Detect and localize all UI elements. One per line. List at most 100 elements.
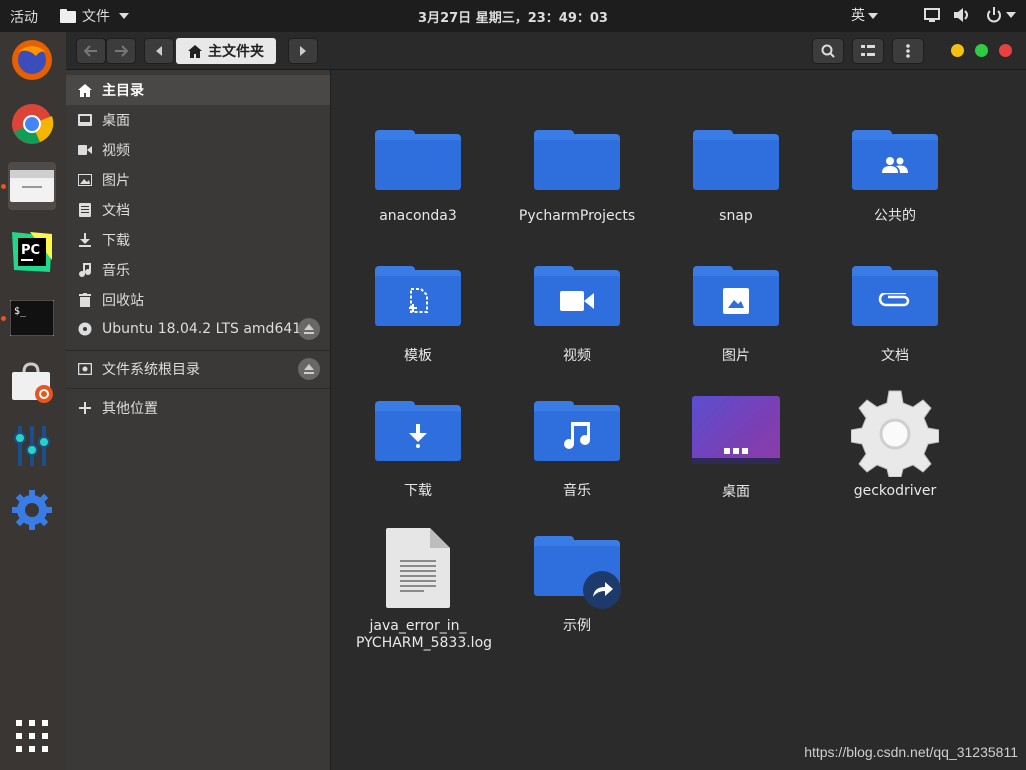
file-item[interactable]: java_error_in_ PYCHARM_5833.log [348, 528, 493, 652]
screen-icon[interactable] [924, 8, 940, 22]
sidebar-item-label: 桌面 [102, 113, 130, 129]
sidebar-divider [66, 388, 330, 389]
home-icon [188, 44, 202, 58]
show-applications-icon[interactable] [8, 712, 56, 760]
sidebar-item-pictures[interactable]: 图片 [66, 165, 330, 195]
folder-videos-icon [534, 266, 620, 326]
sidebar-item-label: 音乐 [102, 263, 130, 279]
maximize-button[interactable] [975, 44, 988, 57]
volume-icon[interactable] [954, 8, 972, 22]
search-button[interactable] [812, 38, 844, 64]
settings-icon[interactable] [8, 486, 56, 534]
download-icon [76, 233, 94, 247]
folder-item[interactable]: 下载 [348, 401, 488, 500]
folder-icon [693, 130, 779, 190]
forward-button[interactable] [106, 38, 136, 64]
path-scroll-left-button[interactable] [144, 38, 174, 64]
svg-text:PC: PC [21, 243, 40, 258]
sidebar-item-desktop[interactable]: 桌面 [66, 105, 330, 135]
view-toggle-button[interactable] [852, 38, 884, 64]
sidebar-item-label: 主目录 [102, 83, 144, 99]
folder-downloads-icon [375, 401, 461, 461]
file-label: PycharmProjects [518, 208, 636, 224]
sidebar-item-label: 图片 [102, 173, 130, 189]
folder-link-icon [534, 536, 621, 609]
folder-item[interactable]: 文档 [825, 266, 965, 365]
template-icon [409, 288, 428, 313]
eject-button[interactable] [298, 358, 320, 380]
folder-item[interactable]: 模板 [348, 266, 488, 365]
folder-item[interactable]: 视频 [507, 266, 647, 365]
more-vertical-icon [906, 44, 910, 58]
running-indicator [1, 184, 6, 189]
path-scroll-right-button[interactable] [288, 38, 318, 64]
pycharm-icon[interactable]: PC [8, 228, 56, 276]
svg-text:$_: $_ [14, 306, 27, 317]
folder-item[interactable]: 公共的 [825, 130, 965, 225]
terminal-icon[interactable]: $_ [8, 294, 56, 342]
input-method-indicator[interactable]: 英 [851, 5, 878, 25]
eject-icon [304, 364, 314, 374]
folder-item[interactable]: anaconda3 [348, 130, 488, 225]
folder-item[interactable]: 示例 [507, 536, 647, 635]
dock: PC $_ [0, 32, 66, 770]
sidebar-item-filesystem-root[interactable]: 文件系统根目录 [66, 354, 330, 384]
firefox-icon[interactable] [8, 36, 56, 84]
file-item[interactable]: geckodriver [825, 389, 965, 500]
folder-icon [534, 130, 620, 190]
close-button[interactable] [999, 44, 1012, 57]
folder-item[interactable]: 桌面 [666, 396, 806, 501]
caret-left-icon [156, 46, 162, 56]
chevron-down-icon[interactable] [1006, 12, 1016, 18]
files-app-icon[interactable] [8, 162, 56, 210]
power-icon[interactable] [986, 7, 1002, 23]
software-center-icon[interactable] [8, 360, 56, 408]
sidebar-item-documents[interactable]: 文档 [66, 195, 330, 225]
folder-item[interactable]: 音乐 [507, 401, 647, 500]
path-bar-home[interactable]: 主文件夹 [176, 38, 276, 64]
sidebar-item-home[interactable]: 主目录 [66, 75, 330, 105]
sidebar-item-label: 下载 [102, 233, 130, 249]
download-icon [409, 424, 427, 448]
folder-templates-icon [375, 266, 461, 326]
sidebar-item-label: Ubuntu 18.04.2 LTS amd641 [102, 321, 302, 337]
folder-pictures-icon [693, 266, 779, 326]
sidebar-item-music[interactable]: 音乐 [66, 255, 330, 285]
folder-item[interactable]: PycharmProjects [507, 130, 647, 225]
sidebar-divider [66, 350, 330, 351]
sidebar-item-videos[interactable]: 视频 [66, 135, 330, 165]
minimize-button[interactable] [951, 44, 964, 57]
file-label: 音乐 [563, 483, 591, 499]
folder-item[interactable]: 图片 [666, 266, 806, 365]
sidebar-item-label: 视频 [102, 143, 130, 159]
caret-right-icon [300, 46, 306, 56]
music-icon [564, 422, 590, 449]
image-icon [76, 174, 94, 186]
symlink-arrow-icon [583, 571, 621, 609]
file-label: 模板 [404, 348, 432, 364]
menu-button[interactable] [892, 38, 924, 64]
sidebar-item-label: 回收站 [102, 293, 144, 309]
sidebar-item-label: 其他位置 [102, 401, 158, 417]
disc-icon [76, 322, 94, 336]
equalizer-icon[interactable] [8, 422, 56, 470]
path-label: 主文件夹 [208, 44, 264, 60]
file-label: 视频 [563, 348, 591, 364]
watermark: https://blog.csdn.net/qq_31235811 [804, 744, 1018, 760]
sidebar-item-ubuntu-disk[interactable]: Ubuntu 18.04.2 LTS amd641 [66, 314, 330, 344]
sidebar-item-downloads[interactable]: 下载 [66, 225, 330, 255]
back-button[interactable] [76, 38, 106, 64]
video-icon [560, 291, 594, 311]
chrome-icon[interactable] [8, 100, 56, 148]
eject-button[interactable] [298, 318, 320, 340]
sidebar-item-trash[interactable]: 回收站 [66, 285, 330, 315]
eject-icon [304, 324, 314, 334]
file-grid: anaconda3 PycharmProjects snap 公共的 模板 视频… [330, 70, 1026, 770]
file-label: 公共的 [874, 208, 916, 224]
sidebar-item-label: 文件系统根目录 [102, 362, 200, 378]
file-label: java_error_in_ PYCHARM_5833.log [356, 618, 493, 651]
folder-item[interactable]: snap [666, 130, 806, 225]
sidebar-item-other-locations[interactable]: 其他位置 [66, 393, 330, 423]
paperclip-icon [878, 293, 910, 307]
file-manager-window: 主文件夹 主目录 桌面 视频 图片 文档 下载 音乐 回收站 Ubuntu 18… [66, 32, 1026, 770]
